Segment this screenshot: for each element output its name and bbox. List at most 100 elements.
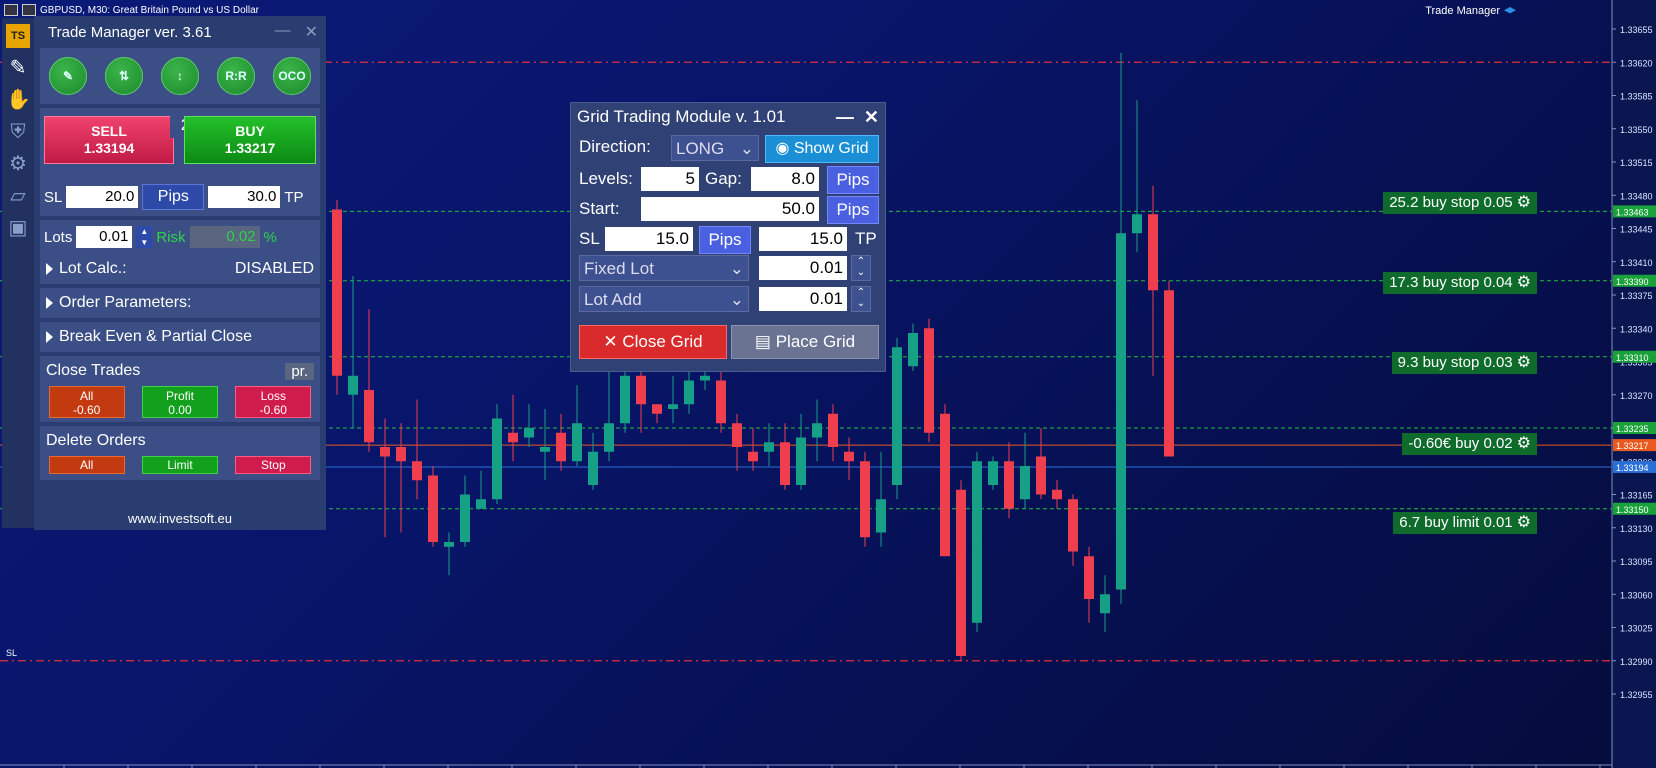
close-icon[interactable]: ✕ [305, 22, 318, 42]
close-grid-button[interactable]: ✕ Close Grid [579, 325, 727, 359]
lots-input[interactable]: 0.01 [76, 226, 133, 248]
gear-icon[interactable]: ⚙ [1517, 272, 1531, 294]
candle-body [444, 542, 454, 547]
reverse-icon[interactable]: ⇅ [105, 57, 143, 95]
price-tick-label: 1.33375 [1620, 291, 1653, 301]
risk-reward-button[interactable]: R:R [217, 57, 255, 95]
hand-icon[interactable]: ✋ [6, 88, 31, 112]
minimize-icon[interactable]: — [275, 22, 291, 42]
shield-icon[interactable]: ⛨ [6, 120, 30, 144]
website-link[interactable]: www.investsoft.eu [34, 508, 326, 530]
candle-body [1036, 456, 1046, 495]
gear-icon[interactable]: ⚙ [1517, 512, 1531, 534]
order-label[interactable]: 17.3 buy stop 0.04 ⚙ [1383, 272, 1537, 294]
close-loss-button[interactable]: Loss -0.60 [235, 386, 312, 418]
price-axis [1612, 0, 1656, 768]
sell-button[interactable]: SELL 1.33194 [44, 116, 174, 164]
oco-button[interactable]: OCO [273, 57, 311, 95]
order-label[interactable]: 9.3 buy stop 0.03 ⚙ [1391, 352, 1537, 374]
candle-body [652, 404, 662, 414]
candle-body [572, 423, 582, 462]
tp-input[interactable]: 30.0 [208, 186, 281, 208]
candle-body [380, 447, 390, 457]
place-grid-button[interactable]: ▤ Place Grid [731, 325, 879, 359]
candle-body [1068, 499, 1078, 552]
buy-label: BUY [235, 123, 265, 139]
direction-select[interactable]: LONG ⌄ [671, 135, 759, 161]
lot-stepper[interactable]: ⌃ ⌄ [851, 255, 871, 281]
show-grid-button[interactable]: ◉ Show Grid [765, 135, 879, 163]
sl-pips-button[interactable]: Pips [699, 226, 751, 254]
close-icon: ✕ [603, 332, 623, 351]
candle-body [956, 489, 966, 656]
pencil-icon[interactable]: ✎ [49, 57, 87, 95]
pips-button[interactable]: Pips [142, 184, 205, 210]
close-profit-label: Profit [165, 389, 194, 403]
order-label[interactable]: 25.2 buy stop 0.05 ⚙ [1383, 192, 1537, 214]
price-marker-label: 1.33235 [1616, 424, 1649, 434]
start-pips-button[interactable]: Pips [827, 196, 879, 224]
order-parameters-label: Order Parameters: [59, 294, 192, 311]
start-input[interactable]: 50.0 [641, 197, 819, 221]
delete-limit-button[interactable]: Limit [141, 456, 218, 474]
lot-add-select[interactable]: Lot Add ⌄ [579, 286, 749, 312]
range-icon[interactable]: ↕ [161, 57, 199, 95]
price-tick-label: 1.33620 [1620, 58, 1653, 68]
side-toolbar: TS ✎ ✋ ⛨ ⚙ ▱ ▣ [2, 18, 34, 528]
tp-input[interactable]: 15.0 [759, 227, 847, 251]
price-tick-label: 1.33480 [1620, 191, 1653, 201]
panel-title: Trade Manager ver. 3.61 [48, 23, 212, 41]
close-all-button[interactable]: All -0.60 [48, 386, 125, 418]
save-icon[interactable]: ▣ [6, 216, 30, 240]
candle-body [1132, 214, 1142, 234]
lot-mode-select[interactable]: Fixed Lot ⌄ [579, 255, 749, 281]
candle-body [588, 451, 598, 485]
risk-input[interactable]: 0.02 [189, 226, 260, 248]
price-tick-label: 1.33165 [1620, 491, 1653, 501]
candle-body [508, 432, 518, 443]
lot-add-stepper[interactable]: ⌃ ⌄ [851, 286, 871, 312]
gap-pips-button[interactable]: Pips [827, 166, 879, 194]
order-label[interactable]: 6.7 buy limit 0.01 ⚙ [1393, 512, 1537, 534]
order-parameters-section[interactable]: Order Parameters: [40, 288, 320, 318]
candle-body [668, 404, 678, 409]
delete-all-button[interactable]: All [48, 456, 125, 474]
gear-icon[interactable]: ⚙ [6, 152, 30, 176]
delete-stop-button[interactable]: Stop [235, 456, 312, 474]
candle-body [396, 447, 406, 462]
price-tick-label: 1.33445 [1620, 225, 1653, 235]
sl-input[interactable]: 20.0 [66, 186, 139, 208]
edit-document-icon[interactable]: ✎ [6, 56, 30, 80]
buy-button[interactable]: BUY 1.33217 [184, 116, 316, 164]
lot-input[interactable]: 0.01 [759, 256, 847, 280]
lot-add-input[interactable]: 0.01 [759, 287, 847, 311]
levels-input[interactable]: 5 [641, 167, 699, 191]
sl-input[interactable]: 15.0 [605, 227, 693, 251]
pr-button[interactable]: pr. [285, 362, 314, 380]
price-tick-label: 1.33550 [1620, 125, 1653, 135]
price-tick-label: 1.33410 [1620, 258, 1653, 268]
close-all-value: -0.60 [72, 403, 101, 417]
gear-icon[interactable]: ⚙ [1517, 192, 1531, 214]
lot-calc-row[interactable]: Lot Calc.: DISABLED [40, 254, 320, 284]
candle-body [972, 461, 982, 623]
candle-body [1100, 594, 1110, 614]
lots-label: Lots [44, 228, 73, 246]
direction-label: Direction: [579, 137, 651, 156]
close-profit-button[interactable]: Profit 0.00 [141, 386, 218, 418]
candle-body [716, 380, 726, 424]
gap-input[interactable]: 8.0 [751, 167, 819, 191]
price-tick-label: 1.33515 [1620, 158, 1653, 168]
gear-icon[interactable]: ⚙ [1517, 433, 1531, 455]
candle-body [700, 375, 710, 381]
order-label[interactable]: -0.60€ buy 0.02 ⚙ [1402, 433, 1537, 455]
lots-stepper[interactable]: ▲ ▼ [136, 226, 153, 248]
close-icon[interactable]: ✕ [864, 107, 879, 128]
candle-body [1116, 233, 1126, 590]
break-even-label: Break Even & Partial Close [59, 328, 252, 345]
break-even-section[interactable]: Break Even & Partial Close [40, 322, 320, 352]
minimize-icon[interactable]: — [836, 107, 854, 128]
price-marker-label: 1.33150 [1616, 505, 1649, 515]
folder-icon[interactable]: ▱ [6, 184, 30, 208]
gear-icon[interactable]: ⚙ [1517, 352, 1531, 374]
